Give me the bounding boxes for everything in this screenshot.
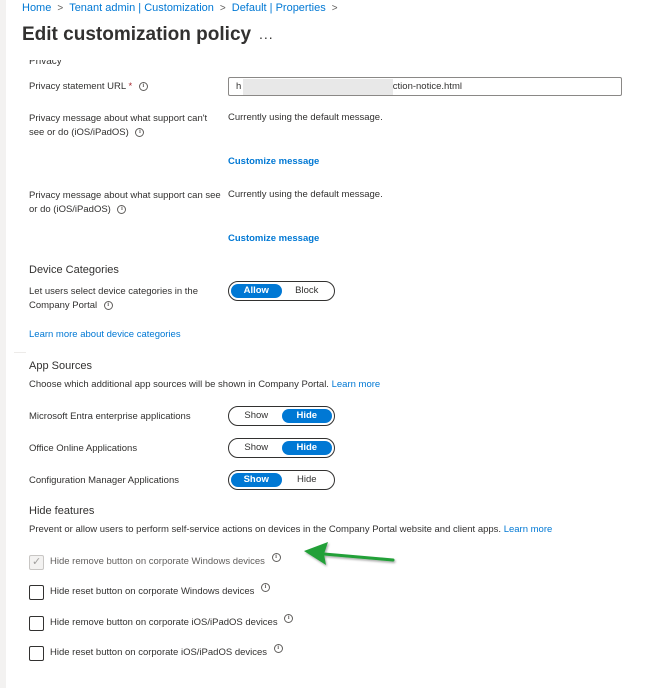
app-sources-description-text: Choose which additional app sources will… [29,379,329,390]
chevron-right-icon: > [219,2,226,14]
breadcrumb-home[interactable]: Home [22,2,51,14]
chevron-right-icon: > [57,2,64,14]
device-categories-toggle[interactable]: Allow Block [228,281,335,301]
breadcrumb: Home > Tenant admin | Customization > De… [22,2,344,14]
privacy-msg-cant-see-text: Privacy message about what support can't… [29,113,208,138]
info-icon[interactable]: i [135,127,145,137]
info-icon[interactable]: i [103,300,113,310]
divider [14,352,26,353]
more-options-icon[interactable]: ... [259,26,274,42]
chevron-right-icon: > [331,2,338,14]
device-categories-label: Let users select device categories in th… [29,285,219,313]
required-mark: * [128,81,133,92]
toggle-option-hide[interactable]: Hide [281,441,332,455]
info-icon[interactable]: i [117,204,127,214]
office-online-label: Office Online Applications [29,443,138,454]
hide-reset-windows-checkbox[interactable] [29,585,44,600]
hide-reset-ios-label: Hide reset button on corporate iOS/iPadO… [50,643,283,658]
hide-remove-windows-label: Hide remove button on corporate Windows … [50,552,281,567]
redaction-block [243,79,393,95]
entra-apps-label: Microsoft Entra enterprise applications [29,411,191,422]
info-icon[interactable]: i [284,613,294,623]
privacy-msg-cant-see-value: Currently using the default message. [228,112,383,123]
config-manager-label: Configuration Manager Applications [29,475,179,486]
hide-reset-ios-checkbox[interactable] [29,646,44,661]
privacy-heading: Privacy [29,60,62,67]
app-sources-learn-more-link[interactable]: Learn more [332,379,381,390]
hide-features-description-text: Prevent or allow users to perform self-s… [29,524,502,535]
privacy-url-label-text: Privacy statement URL [29,81,126,92]
breadcrumb-tenant-admin[interactable]: Tenant admin | Customization [69,2,214,14]
green-arrow-icon [304,542,395,565]
customize-message-link-1[interactable]: Customize message [228,156,319,167]
info-icon[interactable]: i [271,552,281,562]
toggle-option-show[interactable]: Show [231,473,282,487]
app-sources-description: Choose which additional app sources will… [29,379,380,390]
hide-remove-ios-checkbox[interactable] [29,616,44,631]
info-icon[interactable]: i [273,643,283,653]
privacy-msg-can-see-value: Currently using the default message. [228,189,383,200]
hide-features-description: Prevent or allow users to perform self-s… [29,524,552,535]
hide-remove-ios-text: Hide remove button on corporate iOS/iPad… [50,617,278,628]
left-rail [0,0,6,688]
app-sources-heading: App Sources [29,360,92,372]
toggle-option-hide[interactable]: Hide [281,409,332,423]
breadcrumb-default-properties[interactable]: Default | Properties [232,2,326,14]
toggle-option-show[interactable]: Show [231,441,282,455]
toggle-option-allow[interactable]: Allow [231,284,282,298]
hide-reset-ios-text: Hide reset button on corporate iOS/iPadO… [50,647,268,658]
privacy-msg-cant-see-label: Privacy message about what support can't… [29,112,209,140]
toggle-option-block[interactable]: Block [282,284,333,298]
toggle-option-show[interactable]: Show [231,409,282,423]
info-icon[interactable]: i [261,582,270,592]
toggle-option-hide[interactable]: Hide [282,473,333,487]
hide-reset-windows-label: Hide reset button on corporate Windows d… [50,582,270,597]
config-manager-toggle[interactable]: Show Hide [228,470,335,490]
office-online-toggle[interactable]: Show Hide [228,438,335,458]
hide-features-heading: Hide features [29,505,95,517]
entra-apps-toggle[interactable]: Show Hide [228,406,335,426]
hide-remove-windows-text: Hide remove button on corporate Windows … [50,556,265,567]
device-categories-label-text: Let users select device categories in th… [29,286,198,311]
hide-features-learn-more-link[interactable]: Learn more [504,524,553,535]
learn-more-device-categories-link[interactable]: Learn more about device categories [29,329,181,340]
hide-remove-ios-label: Hide remove button on corporate iOS/iPad… [50,613,294,628]
page-title: Edit customization policy [22,24,252,45]
info-icon[interactable]: i [138,81,148,91]
privacy-msg-can-see-label: Privacy message about what support can s… [29,189,221,217]
hide-remove-windows-checkbox[interactable] [29,555,44,570]
device-categories-heading: Device Categories [29,264,119,276]
customize-message-link-2[interactable]: Customize message [228,233,319,244]
privacy-url-label: Privacy statement URL * i [29,80,148,94]
hide-reset-windows-text: Hide reset button on corporate Windows d… [50,586,255,597]
